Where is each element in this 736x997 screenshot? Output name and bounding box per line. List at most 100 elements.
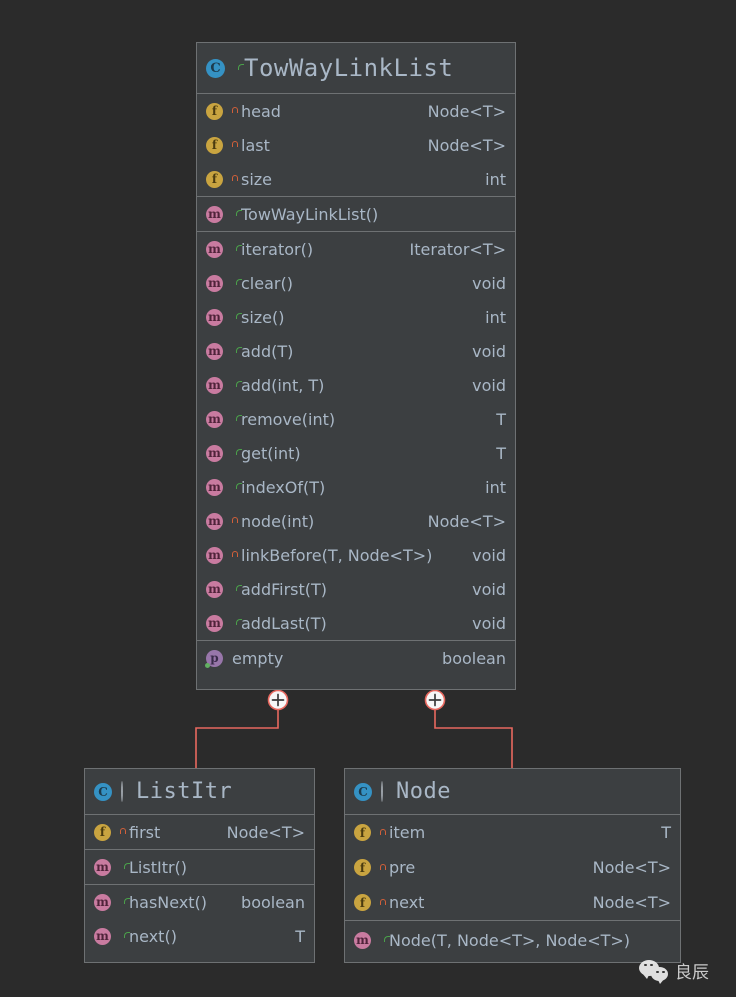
method-row-addlast[interactable]: m addLast(T) void <box>197 606 515 640</box>
class-box-listitr[interactable]: C ListItr f first Node<T> m ListItr() m … <box>84 768 315 963</box>
field-row-item[interactable]: f item T <box>345 815 680 850</box>
member-name: addFirst(T) <box>241 579 328 599</box>
field-row-head[interactable]: f head Node<T> <box>197 94 515 128</box>
method-row-size[interactable]: m size() int <box>197 300 515 334</box>
member-name: node(int) <box>241 511 315 531</box>
method-row-indexof[interactable]: m indexOf(T) int <box>197 470 515 504</box>
field-icon: f <box>354 894 371 911</box>
member-type: Node<T> <box>427 511 506 531</box>
method-row-remove[interactable]: m remove(int) T <box>197 402 515 436</box>
method-icon: m <box>354 931 371 949</box>
package-private-icon <box>381 781 383 802</box>
method-row-add-int-t[interactable]: m add(int, T) void <box>197 368 515 402</box>
member-name: next() <box>129 926 177 946</box>
member-type: T <box>661 823 671 842</box>
method-icon: m <box>94 893 111 911</box>
package-private-icon <box>121 781 123 802</box>
member-type: int <box>485 169 506 189</box>
section-fields-listitr: f first Node<T> <box>85 815 314 849</box>
field-row-pre[interactable]: f pre Node<T> <box>345 850 680 885</box>
field-row-size[interactable]: f size int <box>197 162 515 196</box>
member-type: Node<T> <box>592 893 671 912</box>
section-properties-towwaylinklist: p empty boolean <box>197 640 515 675</box>
method-icon: m <box>206 240 223 258</box>
member-type: Iterator<T> <box>409 239 506 259</box>
member-type: boolean <box>442 648 506 668</box>
member-type: void <box>472 273 506 293</box>
member-type: T <box>496 409 506 429</box>
class-header-towwaylinklist[interactable]: C TowWayLinkList <box>197 43 515 94</box>
plus-circle-icon-left[interactable] <box>267 689 289 711</box>
method-icon: m <box>206 614 223 632</box>
member-type: void <box>472 375 506 395</box>
section-fields-node: f item T f pre Node<T> f next Node<T> <box>345 815 680 920</box>
member-type: void <box>472 613 506 633</box>
member-name: clear() <box>241 273 293 293</box>
member-type: boolean <box>241 892 305 912</box>
method-row-get[interactable]: m get(int) T <box>197 436 515 470</box>
member-type: T <box>295 926 305 946</box>
method-row-addfirst[interactable]: m addFirst(T) void <box>197 572 515 606</box>
field-icon: f <box>94 823 111 841</box>
green-dot-icon <box>205 662 210 668</box>
member-type: void <box>472 545 506 565</box>
field-row-next[interactable]: f next Node<T> <box>345 885 680 920</box>
method-row-next[interactable]: m next() T <box>85 919 314 953</box>
watermark: 良辰 <box>639 958 709 984</box>
member-type: Node<T> <box>427 135 506 155</box>
method-icon: m <box>206 580 223 598</box>
section-methods-listitr: m hasNext() boolean m next() T <box>85 884 314 953</box>
connector-towwaylinklist-to-listitr <box>195 700 279 768</box>
method-row-linkbefore[interactable]: m linkBefore(T, Node<T>) void <box>197 538 515 572</box>
method-row-hasnext[interactable]: m hasNext() boolean <box>85 885 314 919</box>
member-type: int <box>485 307 506 327</box>
method-icon: m <box>94 927 111 945</box>
method-icon: m <box>206 478 223 496</box>
constructor-row-towwaylinklist[interactable]: m TowWayLinkList() <box>197 197 515 231</box>
method-icon: m <box>206 376 223 394</box>
member-name: linkBefore(T, Node<T>) <box>241 545 433 565</box>
member-name: TowWayLinkList() <box>241 204 379 224</box>
member-name: add(int, T) <box>241 375 325 395</box>
constructor-row-node[interactable]: m Node(T, Node<T>, Node<T>) <box>345 921 680 959</box>
field-icon: f <box>354 824 371 841</box>
member-name: head <box>241 101 281 121</box>
member-name: get(int) <box>241 443 301 463</box>
member-name: empty <box>232 648 284 668</box>
member-name: hasNext() <box>129 892 208 912</box>
method-icon: m <box>206 444 223 462</box>
member-name: size() <box>241 307 285 327</box>
class-header-node[interactable]: C Node <box>345 769 680 815</box>
plus-circle-icon-right[interactable] <box>424 689 446 711</box>
member-name: indexOf(T) <box>241 477 326 497</box>
constructor-row-listitr[interactable]: m ListItr() <box>85 850 314 884</box>
field-icon: f <box>206 102 223 120</box>
field-row-first[interactable]: f first Node<T> <box>85 815 314 849</box>
class-box-node[interactable]: C Node f item T f pre Node<T> f next Nod… <box>344 768 681 963</box>
method-row-clear[interactable]: m clear() void <box>197 266 515 300</box>
class-header-listitr[interactable]: C ListItr <box>85 769 314 815</box>
method-row-iterator[interactable]: m iterator() Iterator<T> <box>197 232 515 266</box>
field-icon: f <box>206 136 223 154</box>
field-icon: f <box>206 170 223 188</box>
member-type: Node<T> <box>592 858 671 877</box>
property-icon: p <box>205 649 223 668</box>
method-icon: m <box>206 308 223 326</box>
member-type: Node<T> <box>226 822 305 842</box>
member-name: Node(T, Node<T>, Node<T>) <box>389 930 631 950</box>
property-row-empty[interactable]: p empty boolean <box>197 641 515 675</box>
member-name: ListItr() <box>129 857 188 877</box>
member-type: int <box>485 477 506 497</box>
field-row-last[interactable]: f last Node<T> <box>197 128 515 162</box>
member-name: iterator() <box>241 239 314 259</box>
class-title-node: Node <box>396 779 451 804</box>
method-row-add-t[interactable]: m add(T) void <box>197 334 515 368</box>
member-name: size <box>241 169 273 189</box>
member-type: Node<T> <box>427 101 506 121</box>
class-box-towwaylinklist[interactable]: C TowWayLinkList f head Node<T> f last N… <box>196 42 516 690</box>
field-icon: f <box>354 859 371 876</box>
method-row-node[interactable]: m node(int) Node<T> <box>197 504 515 538</box>
member-name: add(T) <box>241 341 294 361</box>
member-name: addLast(T) <box>241 613 327 633</box>
section-constructors-listitr: m ListItr() <box>85 849 314 884</box>
